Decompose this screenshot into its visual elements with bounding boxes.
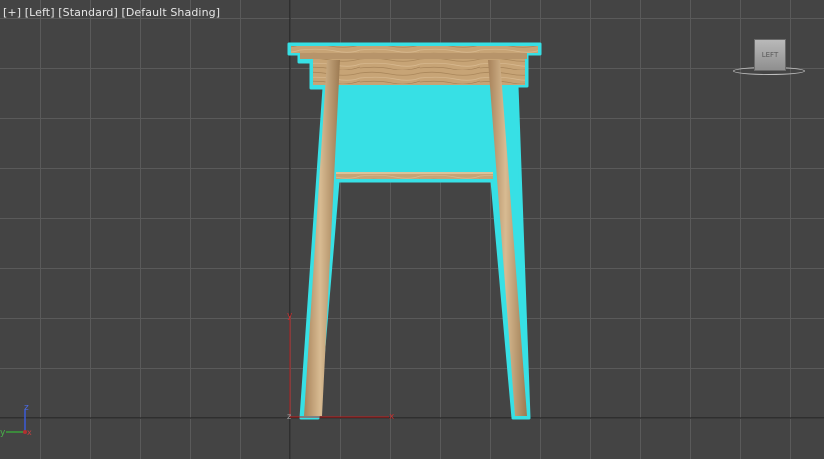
world-axis-triad: z y x [0,403,32,438]
stool-seat-top[interactable] [291,46,538,53]
viewport-canvas[interactable]: y x z z y x [0,0,824,459]
viewport-standard-menu[interactable]: [Standard] [58,6,118,19]
stool-stretcher-highlight [336,172,493,174]
left-viewport[interactable]: y x z z y x [+] [Left] [Standard] [Defau… [0,0,824,459]
viewport-label-menu: [+] [Left] [Standard] [Default Shading] [3,6,220,19]
stool-seat-edge[interactable] [300,53,527,59]
viewport-pov-menu[interactable]: [Left] [25,6,55,19]
gizmo-z-label: z [287,412,291,421]
gizmo-x-label: x [389,412,395,422]
triad-z-label: z [24,403,29,413]
viewport-general-menu[interactable]: [+] [3,6,21,19]
gizmo-y-label: y [287,311,293,321]
viewcube[interactable]: LEFT [754,39,786,71]
triad-y-label: y [0,428,6,438]
viewport-shading-menu[interactable]: [Default Shading] [121,6,220,19]
stool-model[interactable] [287,42,542,420]
triad-x-label: x [27,428,32,437]
